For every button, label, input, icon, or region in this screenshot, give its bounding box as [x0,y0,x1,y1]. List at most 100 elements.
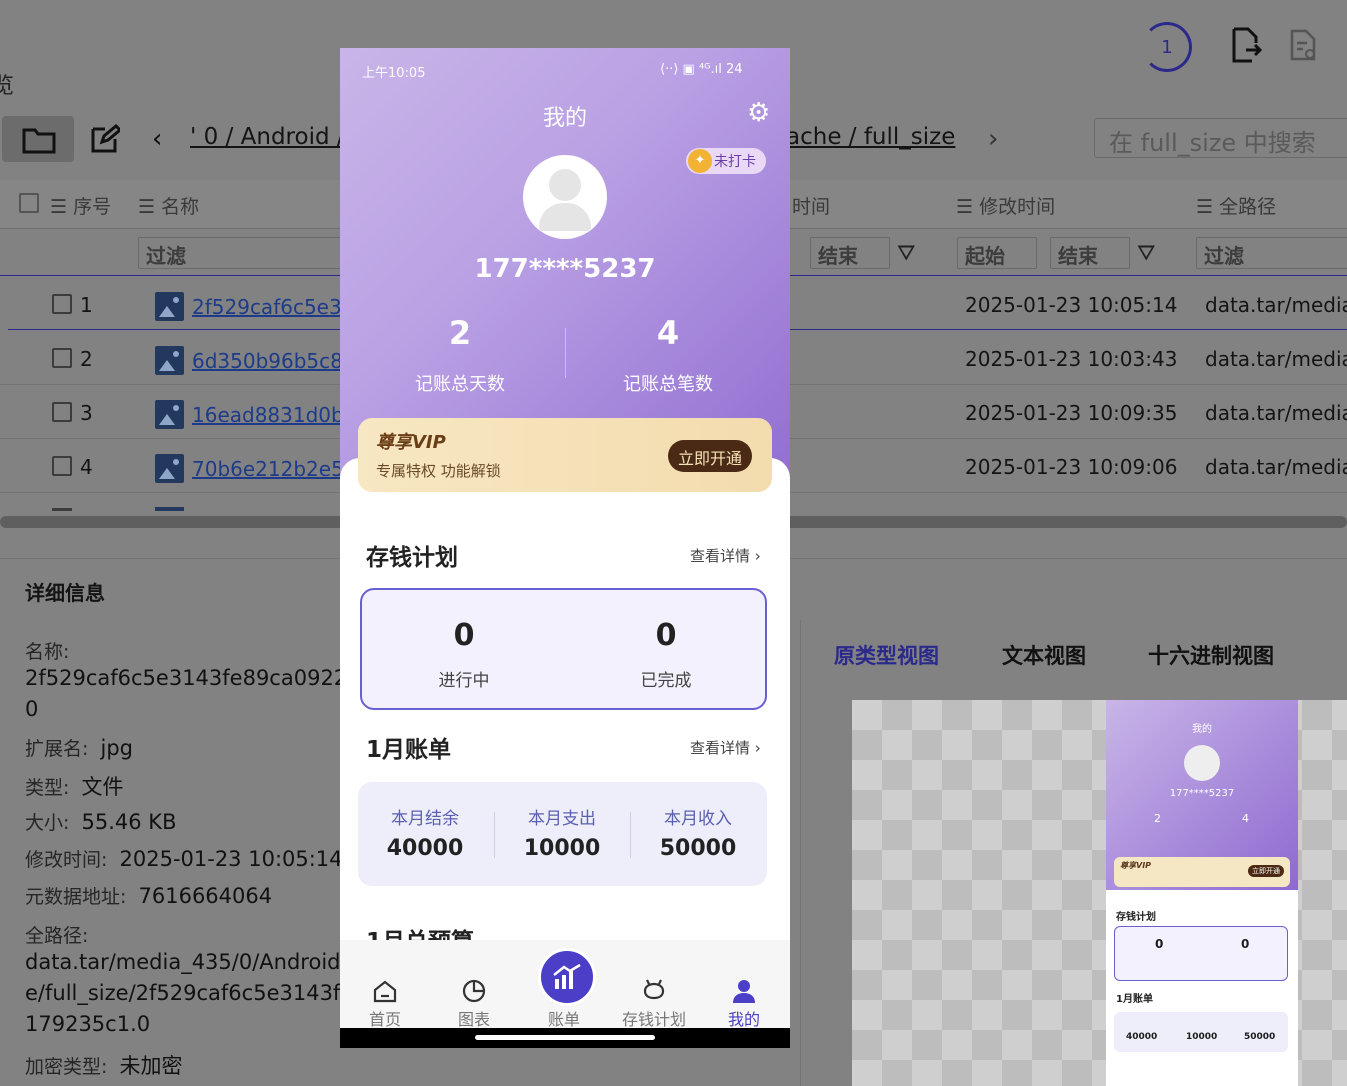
folder-icon [22,128,56,154]
checkin-badge[interactable]: ✦ 未打卡 [686,148,766,174]
user-silhouette-icon [549,169,581,201]
plan-see-details-link[interactable]: 查看详情 › [690,545,761,566]
avatar[interactable] [523,155,607,239]
row-number: 1 [80,293,93,317]
tab-charts[interactable]: 图表 [444,978,504,1030]
type-row: 类型: 文件 [25,775,124,799]
plan-in-progress-label: 进行中 [438,671,490,691]
search-input[interactable]: 在 full_size 中搜索 [1094,118,1347,158]
ext-row: 扩展名: jpg [25,736,133,760]
pane-divider [800,620,801,1086]
export-file-icon[interactable] [1228,26,1268,66]
filter-name-input[interactable]: 过滤 [138,237,348,269]
header-name[interactable]: ☰ 名称 [138,192,199,219]
task-progress-icon[interactable]: 1 [1142,22,1192,72]
balance-label: 本月结余 [391,809,459,829]
vip-open-button[interactable]: 立即开通 [668,440,753,472]
center-bill-button[interactable] [538,948,596,1006]
piggy-bank-icon [643,979,665,1000]
row-number: 4 [80,455,93,479]
edit-icon [91,124,120,153]
breadcrumb-left[interactable]: ' 0 / Android / c [190,124,365,150]
mini-stat2: 4 [1242,812,1249,825]
expense-value: 10000 [523,836,601,861]
back-chevron-icon[interactable]: ‹ [152,124,162,154]
filter-end1-input[interactable]: 结束 [810,237,890,269]
mini-plan-card: 0 0 [1114,926,1288,981]
monthly-bill-card[interactable]: 本月结余 40000 本月支出 10000 本月收入 50000 [358,782,767,886]
pie-chart-icon [462,979,486,1003]
tab-savings[interactable]: 存钱计划 [616,978,692,1030]
vip-card[interactable]: 尊享VIP 专属特权 功能解锁 立即开通 [358,418,772,492]
row-mtime: 2025-01-23 10:09:35 [965,401,1178,425]
row-checkbox[interactable] [52,348,72,368]
vip-title: 尊享VIP [376,432,446,453]
image-file-icon [155,346,184,375]
filter-path-input[interactable]: 过滤 [1196,237,1347,269]
forward-chevron-icon[interactable]: › [988,124,998,154]
row-mtime: 2025-01-23 10:03:43 [965,347,1178,371]
tab-home[interactable]: 首页 [355,978,415,1030]
header-time-partial[interactable]: 时间 [792,192,830,219]
savings-plan-card[interactable]: 0 进行中 0 已完成 [360,588,767,710]
name-value-line1: 2f529caf6c5e3143fe89ca092276 [25,666,374,690]
stat-days-value: 2 [448,314,472,352]
mini-avatar [1184,745,1220,781]
tab-text-view[interactable]: 文本视图 [1002,640,1086,670]
task-count: 1 [1161,37,1173,58]
filter-funnel-icon[interactable]: ⛛ [897,241,915,266]
phone-number: 177****5237 [474,254,656,284]
tab-mine[interactable]: 我的 [714,978,774,1030]
status-icons: ⟨··⟩ ▣ ⁴ᴳ.ıl 24 [660,62,743,77]
breadcrumb-right[interactable]: ache / full_size [786,124,955,150]
row-number: 2 [80,347,93,371]
stat-records-value: 4 [656,314,680,352]
partial-left-char: 览 [0,74,15,99]
partial-row-icon [155,507,184,511]
filter-funnel2-icon[interactable]: ⛛ [1137,241,1155,266]
tab-original-view[interactable]: 原类型视图 [834,640,939,670]
header-index[interactable]: ☰ 序号 [50,192,111,219]
select-all-checkbox[interactable] [19,193,39,213]
path-value-line2: e/full_size/2f529caf6c5e3143fe8 [25,981,367,1005]
mini-bill-card: 40000 10000 50000 [1114,1012,1288,1052]
row-mtime: 2025-01-23 10:09:06 [965,455,1178,479]
file-name-link[interactable]: 6d350b96b5c87 [192,349,356,373]
meta-row: 元数据地址: 7616664064 [25,884,273,908]
chart-trend-icon [553,963,581,989]
phone-screenshot-overlay: 上午10:05 ⟨··⟩ ▣ ⁴ᴳ.ıl 24 我的 ⚙ ✦ 未打卡 177**… [340,48,790,1048]
edit-button[interactable] [80,116,130,162]
filter-start-input[interactable]: 起始 [957,237,1037,269]
folder-button[interactable] [2,116,74,162]
tab-hex-view[interactable]: 十六进制视图 [1148,640,1274,670]
row-path: data.tar/media_ [1205,455,1347,479]
mini-phone-number: 177****5237 [1169,788,1235,799]
income-value: 50000 [659,836,737,861]
bill-see-details-link[interactable]: 查看详情 › [690,737,761,758]
income-label: 本月收入 [664,809,732,829]
plan-in-progress-value: 0 [453,618,475,653]
mini-title: 我的 [1192,724,1212,735]
enc-row: 加密类型: 未加密 [25,1054,183,1078]
details-title: 详细信息 [25,581,105,605]
filter-end2-input[interactable]: 结束 [1050,237,1130,269]
tab-bill[interactable]: 账单 [534,1006,594,1030]
path-value-line1: data.tar/media_435/0/Android/ [25,950,348,974]
plan-done-label: 已完成 [640,671,692,691]
report-file-icon[interactable] [1288,28,1328,68]
file-name-link[interactable]: 16ead8831d0bc [192,403,355,427]
stat-divider [565,328,566,378]
mini-vip-card: 尊享VIP 立即开通 [1114,857,1290,887]
file-name-link[interactable]: 70b6e212b2e51 [192,457,357,481]
row-checkbox[interactable] [52,456,72,476]
row-checkbox[interactable] [52,294,72,314]
header-mtime[interactable]: ☰ 修改时间 [956,192,1055,219]
row-checkbox[interactable] [52,402,72,422]
mini-plan-title: 存钱计划 [1116,912,1156,923]
name-value-line2: 0 [25,697,39,721]
settings-gear-icon[interactable]: ⚙ [747,98,770,128]
header-fullpath[interactable]: ☰ 全路径 [1196,192,1276,219]
path-label: 全路径: [25,925,89,947]
mtime-row: 修改时间: 2025-01-23 10:05:14 [25,847,343,871]
row-path: data.tar/media_ [1205,401,1347,425]
